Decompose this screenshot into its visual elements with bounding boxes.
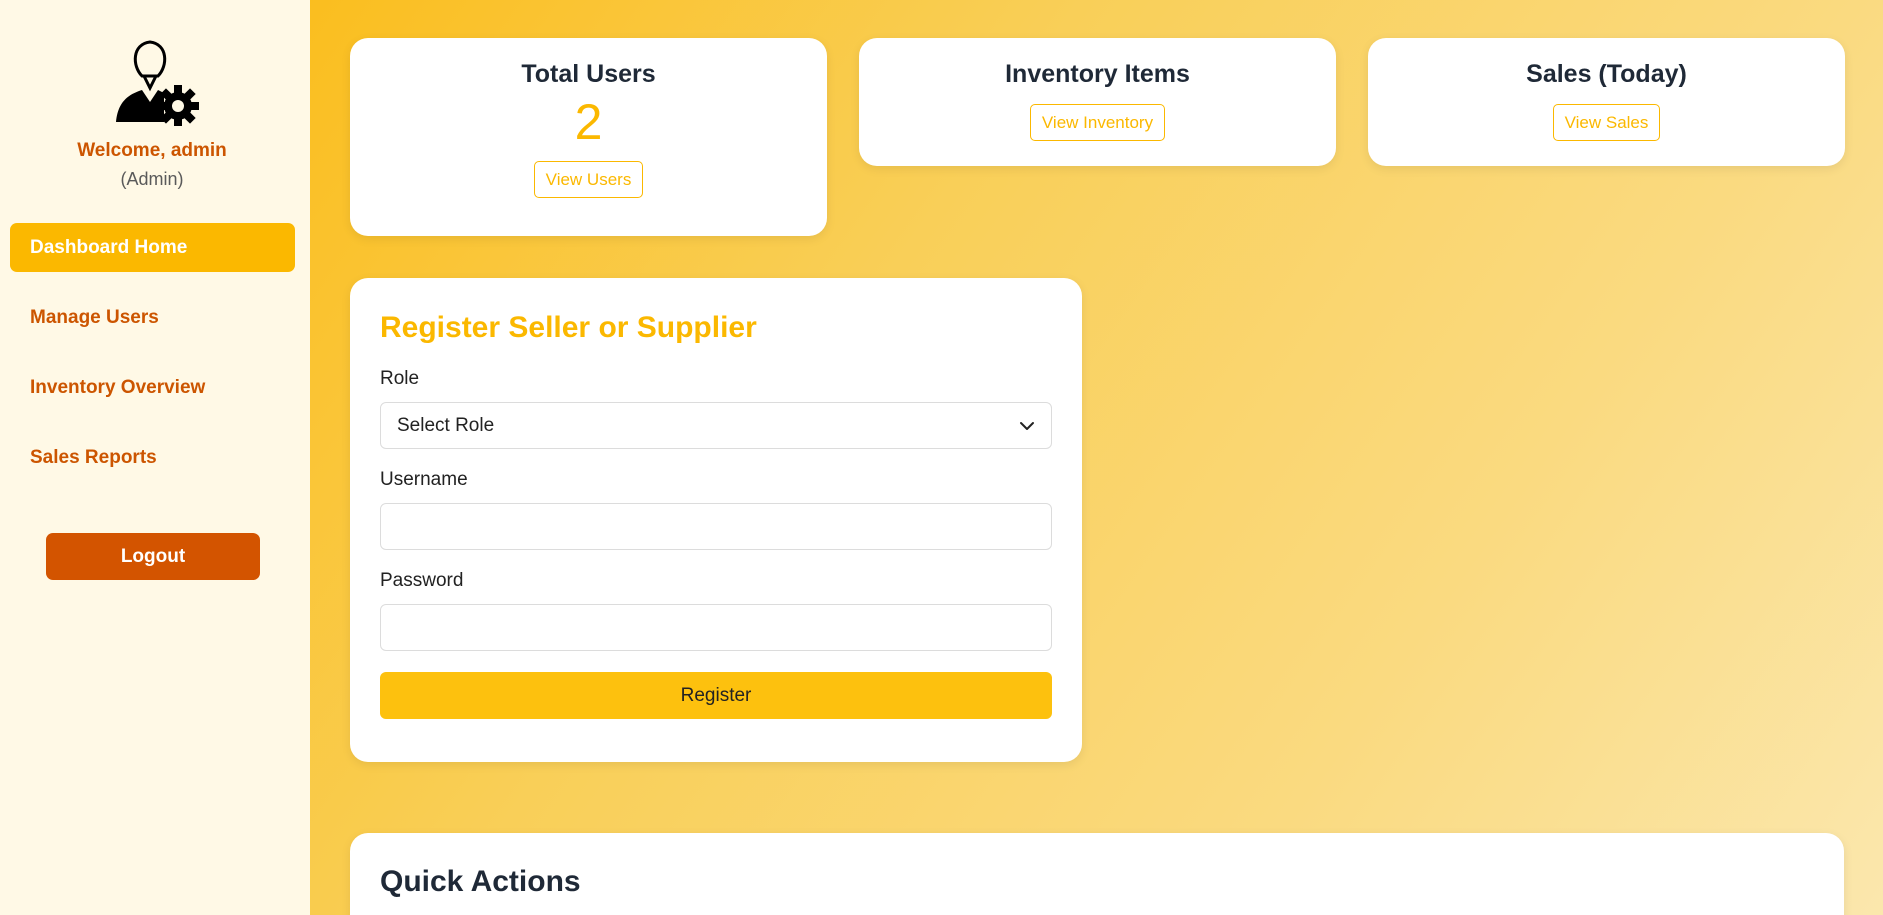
sidebar: Welcome, admin (Admin) Dashboard Home Ma… (0, 0, 310, 915)
total-users-title: Total Users (521, 60, 656, 88)
sidebar-item-manage-users[interactable]: Manage Users (10, 293, 295, 342)
sales-today-card: Sales (Today) View Sales (1368, 38, 1845, 166)
welcome-text: Welcome, admin (77, 140, 227, 161)
sidebar-item-sales-reports[interactable]: Sales Reports (10, 433, 295, 482)
register-form-card: Register Seller or Supplier Role Select … (350, 278, 1082, 762)
sales-today-title: Sales (Today) (1526, 60, 1687, 88)
total-users-card: Total Users 2 View Users (350, 38, 827, 236)
sidebar-item-inventory-overview[interactable]: Inventory Overview (10, 363, 295, 412)
role-label: Role (380, 368, 420, 389)
sidebar-item-dashboard-home[interactable]: Dashboard Home (10, 223, 295, 272)
role-select[interactable]: Select Role (380, 402, 1052, 449)
password-label: Password (380, 570, 464, 591)
view-inventory-button[interactable]: View Inventory (1029, 104, 1166, 141)
quick-actions-title: Quick Actions (380, 865, 581, 898)
logout-button[interactable]: Logout (46, 533, 260, 580)
main-content: Total Users 2 View Users Inventory Items… (310, 0, 1883, 915)
view-users-button[interactable]: View Users (533, 161, 644, 198)
inventory-items-card: Inventory Items View Inventory (859, 38, 1336, 166)
chevron-down-icon (1020, 422, 1034, 430)
admin-settings-icon (116, 40, 199, 126)
inventory-items-title: Inventory Items (1005, 60, 1190, 88)
register-form-title: Register Seller or Supplier (380, 311, 757, 344)
user-role-label: (Admin) (120, 169, 184, 189)
username-label: Username (380, 469, 468, 490)
role-select-value: Select Role (397, 415, 495, 436)
view-sales-button[interactable]: View Sales (1552, 104, 1661, 141)
register-button[interactable]: Register (380, 672, 1052, 719)
username-input[interactable] (380, 503, 1052, 550)
quick-actions-card: Quick Actions (350, 833, 1844, 915)
password-input[interactable] (380, 604, 1052, 651)
total-users-value: 2 (574, 94, 603, 150)
sidebar-nav: Dashboard Home Manage Users Inventory Ov… (10, 223, 295, 503)
